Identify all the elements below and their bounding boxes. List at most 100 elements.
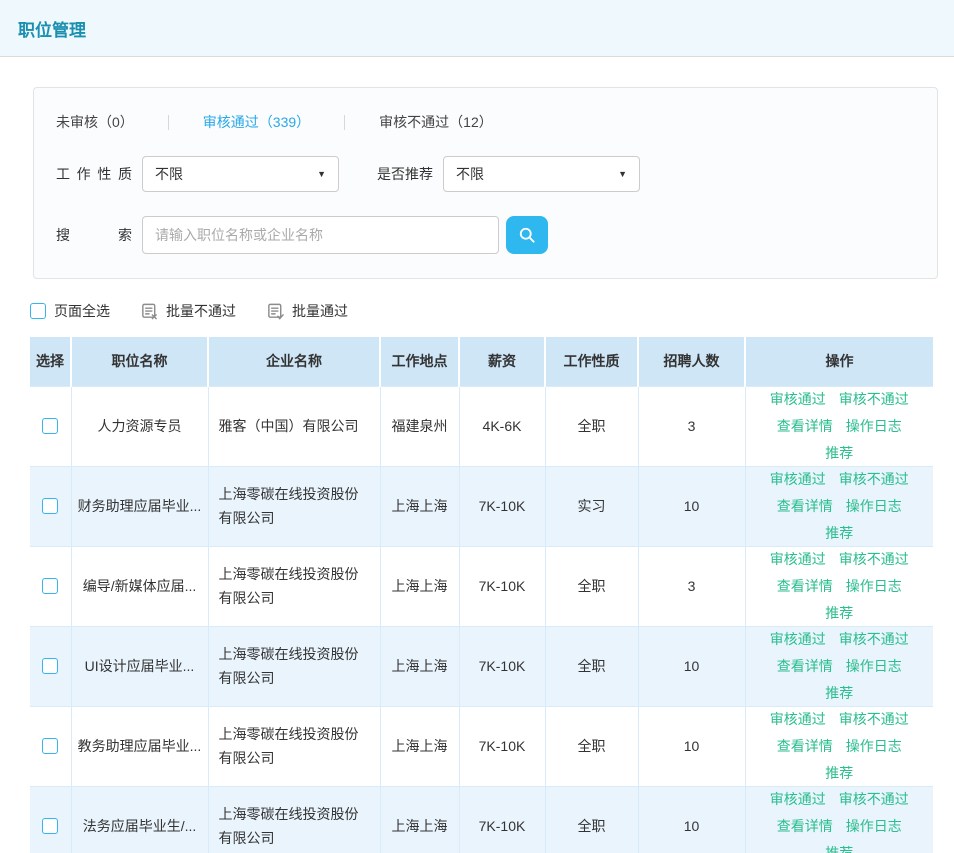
view-detail-link[interactable]: 查看详情 bbox=[777, 496, 833, 516]
tab-rejected[interactable]: 审核不通过（12） bbox=[379, 112, 493, 132]
job-name-cell: 教务助理应届毕业... bbox=[71, 706, 208, 786]
actions-cell: 审核通过审核不通过查看详情操作日志推荐 bbox=[745, 466, 933, 546]
job-type-selected-value: 不限 bbox=[155, 164, 183, 184]
row-select-checkbox[interactable] bbox=[42, 818, 58, 834]
search-icon bbox=[517, 225, 537, 245]
salary-cell: 7K-10K bbox=[459, 466, 545, 546]
tab-unreviewed[interactable]: 未审核（0） bbox=[56, 112, 134, 132]
header-actions: 操作 bbox=[745, 337, 933, 386]
operation-log-link[interactable]: 操作日志 bbox=[846, 416, 902, 436]
row-select-checkbox[interactable] bbox=[42, 578, 58, 594]
batch-approve-button[interactable]: 批量通过 bbox=[266, 301, 348, 321]
approve-link[interactable]: 审核通过 bbox=[770, 389, 826, 409]
operation-log-link[interactable]: 操作日志 bbox=[846, 656, 902, 676]
recommend-selected-value: 不限 bbox=[456, 164, 484, 184]
reject-link[interactable]: 审核不通过 bbox=[839, 709, 909, 729]
reject-link[interactable]: 审核不通过 bbox=[839, 549, 909, 569]
approve-link[interactable]: 审核通过 bbox=[770, 469, 826, 489]
header-select: 选择 bbox=[30, 337, 71, 386]
reject-link[interactable]: 审核不通过 bbox=[839, 469, 909, 489]
actions-cell: 审核通过审核不通过查看详情操作日志推荐 bbox=[745, 706, 933, 786]
tab-divider bbox=[344, 115, 345, 130]
actions-group: 审核通过审核不通过查看详情操作日志推荐 bbox=[758, 629, 920, 703]
hire-count-cell: 10 bbox=[638, 626, 745, 706]
row-select-checkbox[interactable] bbox=[42, 658, 58, 674]
hire-count-cell: 3 bbox=[638, 386, 745, 466]
recommend-label: 是否推荐 bbox=[377, 164, 433, 184]
search-button[interactable] bbox=[506, 216, 548, 254]
job-name-cell: UI设计应届毕业... bbox=[71, 626, 208, 706]
batch-reject-button[interactable]: 批量不通过 bbox=[140, 301, 236, 321]
actions-group: 审核通过审核不通过查看详情操作日志推荐 bbox=[758, 789, 920, 853]
batch-actions-row: 页面全选 批量不通过 批量通过 bbox=[30, 301, 954, 321]
job-type-select[interactable]: 不限 ▼ bbox=[142, 156, 339, 192]
job-type-cell: 全职 bbox=[545, 626, 638, 706]
company-name-cell: 上海零碳在线投资股份有限公司 bbox=[208, 786, 380, 853]
reject-link[interactable]: 审核不通过 bbox=[839, 629, 909, 649]
batch-approve-label: 批量通过 bbox=[292, 301, 348, 321]
location-cell: 上海上海 bbox=[380, 786, 459, 853]
recommend-select[interactable]: 不限 ▼ bbox=[443, 156, 640, 192]
recommend-link[interactable]: 推荐 bbox=[825, 763, 853, 783]
select-all-page[interactable]: 页面全选 bbox=[30, 301, 110, 321]
view-detail-link[interactable]: 查看详情 bbox=[777, 416, 833, 436]
location-cell: 上海上海 bbox=[380, 546, 459, 626]
tab-approved[interactable]: 审核通过（339） bbox=[203, 112, 310, 132]
operation-log-link[interactable]: 操作日志 bbox=[846, 736, 902, 756]
recommend-link[interactable]: 推荐 bbox=[825, 603, 853, 623]
header-location: 工作地点 bbox=[380, 337, 459, 386]
table-header-row: 选择 职位名称 企业名称 工作地点 薪资 工作性质 招聘人数 操作 bbox=[30, 337, 933, 386]
filter-row-selects: 工作性质 不限 ▼ 是否推荐 不限 ▼ bbox=[56, 156, 907, 192]
page-header: 职位管理 bbox=[0, 0, 954, 57]
header-count: 招聘人数 bbox=[638, 337, 745, 386]
view-detail-link[interactable]: 查看详情 bbox=[777, 576, 833, 596]
salary-cell: 7K-10K bbox=[459, 706, 545, 786]
approve-link[interactable]: 审核通过 bbox=[770, 629, 826, 649]
approve-link[interactable]: 审核通过 bbox=[770, 709, 826, 729]
table-row: 人力资源专员 雅客（中国）有限公司 福建泉州 4K-6K 全职 3 审核通过审核… bbox=[30, 386, 933, 466]
actions-group: 审核通过审核不通过查看详情操作日志推荐 bbox=[758, 469, 920, 543]
actions-cell: 审核通过审核不通过查看详情操作日志推荐 bbox=[745, 626, 933, 706]
operation-log-link[interactable]: 操作日志 bbox=[846, 496, 902, 516]
job-name-cell: 法务应届毕业生/... bbox=[71, 786, 208, 853]
approve-link[interactable]: 审核通过 bbox=[770, 789, 826, 809]
hire-count-cell: 10 bbox=[638, 786, 745, 853]
recommend-link[interactable]: 推荐 bbox=[825, 683, 853, 703]
view-detail-link[interactable]: 查看详情 bbox=[777, 816, 833, 836]
recommend-link[interactable]: 推荐 bbox=[825, 843, 853, 853]
recommend-link[interactable]: 推荐 bbox=[825, 523, 853, 543]
reject-link[interactable]: 审核不通过 bbox=[839, 789, 909, 809]
hire-count-cell: 10 bbox=[638, 466, 745, 546]
operation-log-link[interactable]: 操作日志 bbox=[846, 576, 902, 596]
search-input[interactable] bbox=[142, 216, 499, 254]
row-select-checkbox[interactable] bbox=[42, 498, 58, 514]
salary-cell: 4K-6K bbox=[459, 386, 545, 466]
reject-link[interactable]: 审核不通过 bbox=[839, 389, 909, 409]
select-all-checkbox[interactable] bbox=[30, 303, 46, 319]
job-type-cell: 全职 bbox=[545, 786, 638, 853]
approve-link[interactable]: 审核通过 bbox=[770, 549, 826, 569]
location-cell: 上海上海 bbox=[380, 706, 459, 786]
filter-row-search: 搜索 bbox=[56, 216, 907, 254]
row-select-checkbox[interactable] bbox=[42, 418, 58, 434]
view-detail-link[interactable]: 查看详情 bbox=[777, 736, 833, 756]
company-name-cell: 雅客（中国）有限公司 bbox=[208, 386, 380, 466]
recommend-link[interactable]: 推荐 bbox=[825, 443, 853, 463]
row-select-checkbox[interactable] bbox=[42, 738, 58, 754]
tab-divider bbox=[168, 115, 169, 130]
actions-cell: 审核通过审核不通过查看详情操作日志推荐 bbox=[745, 386, 933, 466]
salary-cell: 7K-10K bbox=[459, 786, 545, 853]
job-name-cell: 编导/新媒体应届... bbox=[71, 546, 208, 626]
table-row: UI设计应届毕业... 上海零碳在线投资股份有限公司 上海上海 7K-10K 全… bbox=[30, 626, 933, 706]
view-detail-link[interactable]: 查看详情 bbox=[777, 656, 833, 676]
operation-log-link[interactable]: 操作日志 bbox=[846, 816, 902, 836]
job-type-cell: 全职 bbox=[545, 386, 638, 466]
location-cell: 福建泉州 bbox=[380, 386, 459, 466]
header-salary: 薪资 bbox=[459, 337, 545, 386]
job-type-label: 工作性质 bbox=[56, 164, 132, 184]
job-name-cell: 人力资源专员 bbox=[71, 386, 208, 466]
salary-cell: 7K-10K bbox=[459, 546, 545, 626]
actions-group: 审核通过审核不通过查看详情操作日志推荐 bbox=[758, 709, 920, 783]
table-row: 财务助理应届毕业... 上海零碳在线投资股份有限公司 上海上海 7K-10K 实… bbox=[30, 466, 933, 546]
jobs-table: 选择 职位名称 企业名称 工作地点 薪资 工作性质 招聘人数 操作 人力资源专员… bbox=[30, 337, 933, 853]
